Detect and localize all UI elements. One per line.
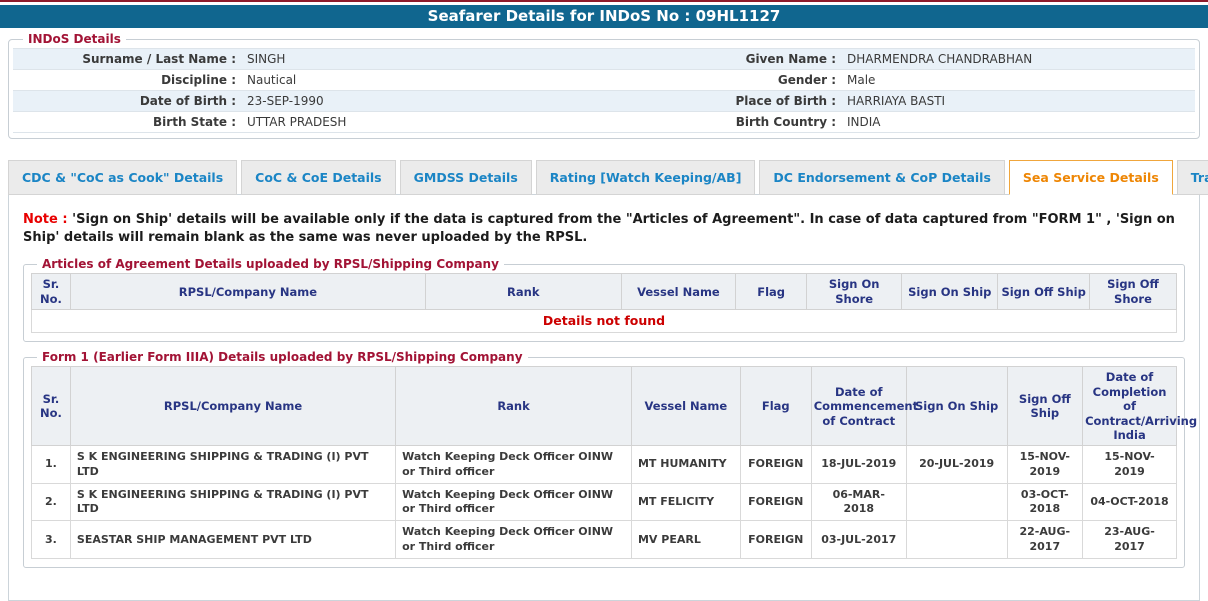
col-sign-on-ship: Sign On Ship <box>906 367 1007 446</box>
col-vessel: Vessel Name <box>631 367 740 446</box>
articles-of-agreement-table: Sr. No. RPSL/Company Name Rank Vessel Na… <box>31 273 1177 333</box>
indos-details-legend: INDoS Details <box>23 32 126 46</box>
col-rank: Rank <box>425 274 621 310</box>
details-tabbar: CDC & "CoC as Cook" Details CoC & CoE De… <box>8 160 1200 195</box>
cell-sign-on-ship: 20-JUL-2019 <box>906 446 1007 484</box>
cell-commencement: 06-MAR-2018 <box>811 483 906 521</box>
discipline-value: Nautical <box>241 73 613 87</box>
birth-state-value: UTTAR PRADESH <box>241 115 613 129</box>
col-sign-off-ship: Sign Off Ship <box>998 274 1090 310</box>
cell-commencement: 18-JUL-2019 <box>811 446 906 484</box>
info-row-name: Surname / Last Name : SINGH Given Name :… <box>13 48 1195 70</box>
col-sign-off-ship: Sign Off Ship <box>1007 367 1083 446</box>
cell-sign-off-ship: 03-OCT-2018 <box>1007 483 1083 521</box>
col-sign-on-ship: Sign On Ship <box>902 274 998 310</box>
form1-fieldset: Form 1 (Earlier Form IIIA) Details uploa… <box>23 350 1185 568</box>
col-sign-on-shore: Sign On Shore <box>807 274 902 310</box>
note-text: 'Sign on Ship' details will be available… <box>23 212 1175 245</box>
empty-row: Details not found <box>32 310 1177 333</box>
cell-sr-no: 2. <box>32 483 71 521</box>
cell-completion: 23-AUG-2017 <box>1083 521 1177 559</box>
cell-commencement: 03-JUL-2017 <box>811 521 906 559</box>
surname-value: SINGH <box>241 52 613 66</box>
tab-rating-watch-keeping[interactable]: Rating [Watch Keeping/AB] <box>536 160 756 195</box>
tab-training[interactable]: Training Details <box>1177 160 1208 195</box>
tab-sea-service[interactable]: Sea Service Details <box>1009 160 1173 195</box>
cell-vessel: MT FELICITY <box>631 483 740 521</box>
col-sr-no: Sr. No. <box>32 274 71 310</box>
top-accent-line <box>0 0 1208 2</box>
table-row: 2. S K ENGINEERING SHIPPING & TRADING (I… <box>32 483 1177 521</box>
articles-header-row: Sr. No. RPSL/Company Name Rank Vessel Na… <box>32 274 1177 310</box>
table-row: 1. S K ENGINEERING SHIPPING & TRADING (I… <box>32 446 1177 484</box>
dob-value: 23-SEP-1990 <box>241 94 613 108</box>
cell-rank: Watch Keeping Deck Officer OINW or Third… <box>396 483 632 521</box>
info-row-state-country: Birth State : UTTAR PRADESH Birth Countr… <box>13 112 1195 133</box>
page-title: Seafarer Details for INDoS No : 09HL1127 <box>0 5 1208 28</box>
col-company: RPSL/Company Name <box>70 367 395 446</box>
surname-label: Surname / Last Name : <box>13 52 241 66</box>
cell-sr-no: 3. <box>32 521 71 559</box>
cell-vessel: MV PEARL <box>631 521 740 559</box>
tab-dc-endorsement-cop[interactable]: DC Endorsement & CoP Details <box>759 160 1005 195</box>
given-name-value: DHARMENDRA CHANDRABHAN <box>841 52 1195 66</box>
info-row-birth: Date of Birth : 23-SEP-1990 Place of Bir… <box>13 91 1195 112</box>
gender-value: Male <box>841 73 1195 87</box>
indos-details-fieldset: INDoS Details Surname / Last Name : SING… <box>8 32 1200 139</box>
cell-sign-off-ship: 22-AUG-2017 <box>1007 521 1083 559</box>
cell-flag: FOREIGN <box>740 521 811 559</box>
form1-table: Sr. No. RPSL/Company Name Rank Vessel Na… <box>31 366 1177 559</box>
cell-company: S K ENGINEERING SHIPPING & TRADING (I) P… <box>70 446 395 484</box>
col-flag: Flag <box>736 274 807 310</box>
gender-label: Gender : <box>613 73 841 87</box>
cell-flag: FOREIGN <box>740 483 811 521</box>
place-of-birth-label: Place of Birth : <box>613 94 841 108</box>
cell-company: S K ENGINEERING SHIPPING & TRADING (I) P… <box>70 483 395 521</box>
col-flag: Flag <box>740 367 811 446</box>
col-company: RPSL/Company Name <box>70 274 425 310</box>
birth-state-label: Birth State : <box>13 115 241 129</box>
col-sr-no: Sr. No. <box>32 367 71 446</box>
col-date-completion: Date of Completion of Contract/Arriving … <box>1083 367 1177 446</box>
articles-of-agreement-fieldset: Articles of Agreement Details uploaded b… <box>23 257 1185 342</box>
table-row: 3. SEASTAR SHIP MANAGEMENT PVT LTD Watch… <box>32 521 1177 559</box>
cell-completion: 04-OCT-2018 <box>1083 483 1177 521</box>
cell-sign-on-ship <box>906 483 1007 521</box>
cell-rank: Watch Keeping Deck Officer OINW or Third… <box>396 446 632 484</box>
col-vessel: Vessel Name <box>621 274 736 310</box>
cell-company: SEASTAR SHIP MANAGEMENT PVT LTD <box>70 521 395 559</box>
col-sign-off-shore: Sign Off Shore <box>1089 274 1176 310</box>
place-of-birth-value: HARRIAYA BASTI <box>841 94 1195 108</box>
col-date-commencement: Date of Commencement of Contract <box>811 367 906 446</box>
info-row-discipline: Discipline : Nautical Gender : Male <box>13 70 1195 91</box>
col-rank: Rank <box>396 367 632 446</box>
cell-completion: 15-NOV-2019 <box>1083 446 1177 484</box>
form1-header-row: Sr. No. RPSL/Company Name Rank Vessel Na… <box>32 367 1177 446</box>
given-name-label: Given Name : <box>613 52 841 66</box>
cell-rank: Watch Keeping Deck Officer OINW or Third… <box>396 521 632 559</box>
note-prefix: Note : <box>23 212 68 227</box>
cell-flag: FOREIGN <box>740 446 811 484</box>
birth-country-value: INDIA <box>841 115 1195 129</box>
form1-legend: Form 1 (Earlier Form IIIA) Details uploa… <box>37 350 528 364</box>
cell-vessel: MT HUMANITY <box>631 446 740 484</box>
tab-coc-coe[interactable]: CoC & CoE Details <box>241 160 395 195</box>
tab-cdc-coc-as-cook[interactable]: CDC & "CoC as Cook" Details <box>8 160 237 195</box>
cell-sign-on-ship <box>906 521 1007 559</box>
cell-sr-no: 1. <box>32 446 71 484</box>
sea-service-panel: Note : 'Sign on Ship' details will be av… <box>8 194 1200 601</box>
sign-on-ship-note: Note : 'Sign on Ship' details will be av… <box>23 211 1185 247</box>
cell-sign-off-ship: 15-NOV-2019 <box>1007 446 1083 484</box>
birth-country-label: Birth Country : <box>613 115 841 129</box>
articles-of-agreement-legend: Articles of Agreement Details uploaded b… <box>37 257 504 271</box>
discipline-label: Discipline : <box>13 73 241 87</box>
dob-label: Date of Birth : <box>13 94 241 108</box>
details-not-found-message: Details not found <box>32 310 1177 333</box>
tab-gmdss[interactable]: GMDSS Details <box>400 160 532 195</box>
